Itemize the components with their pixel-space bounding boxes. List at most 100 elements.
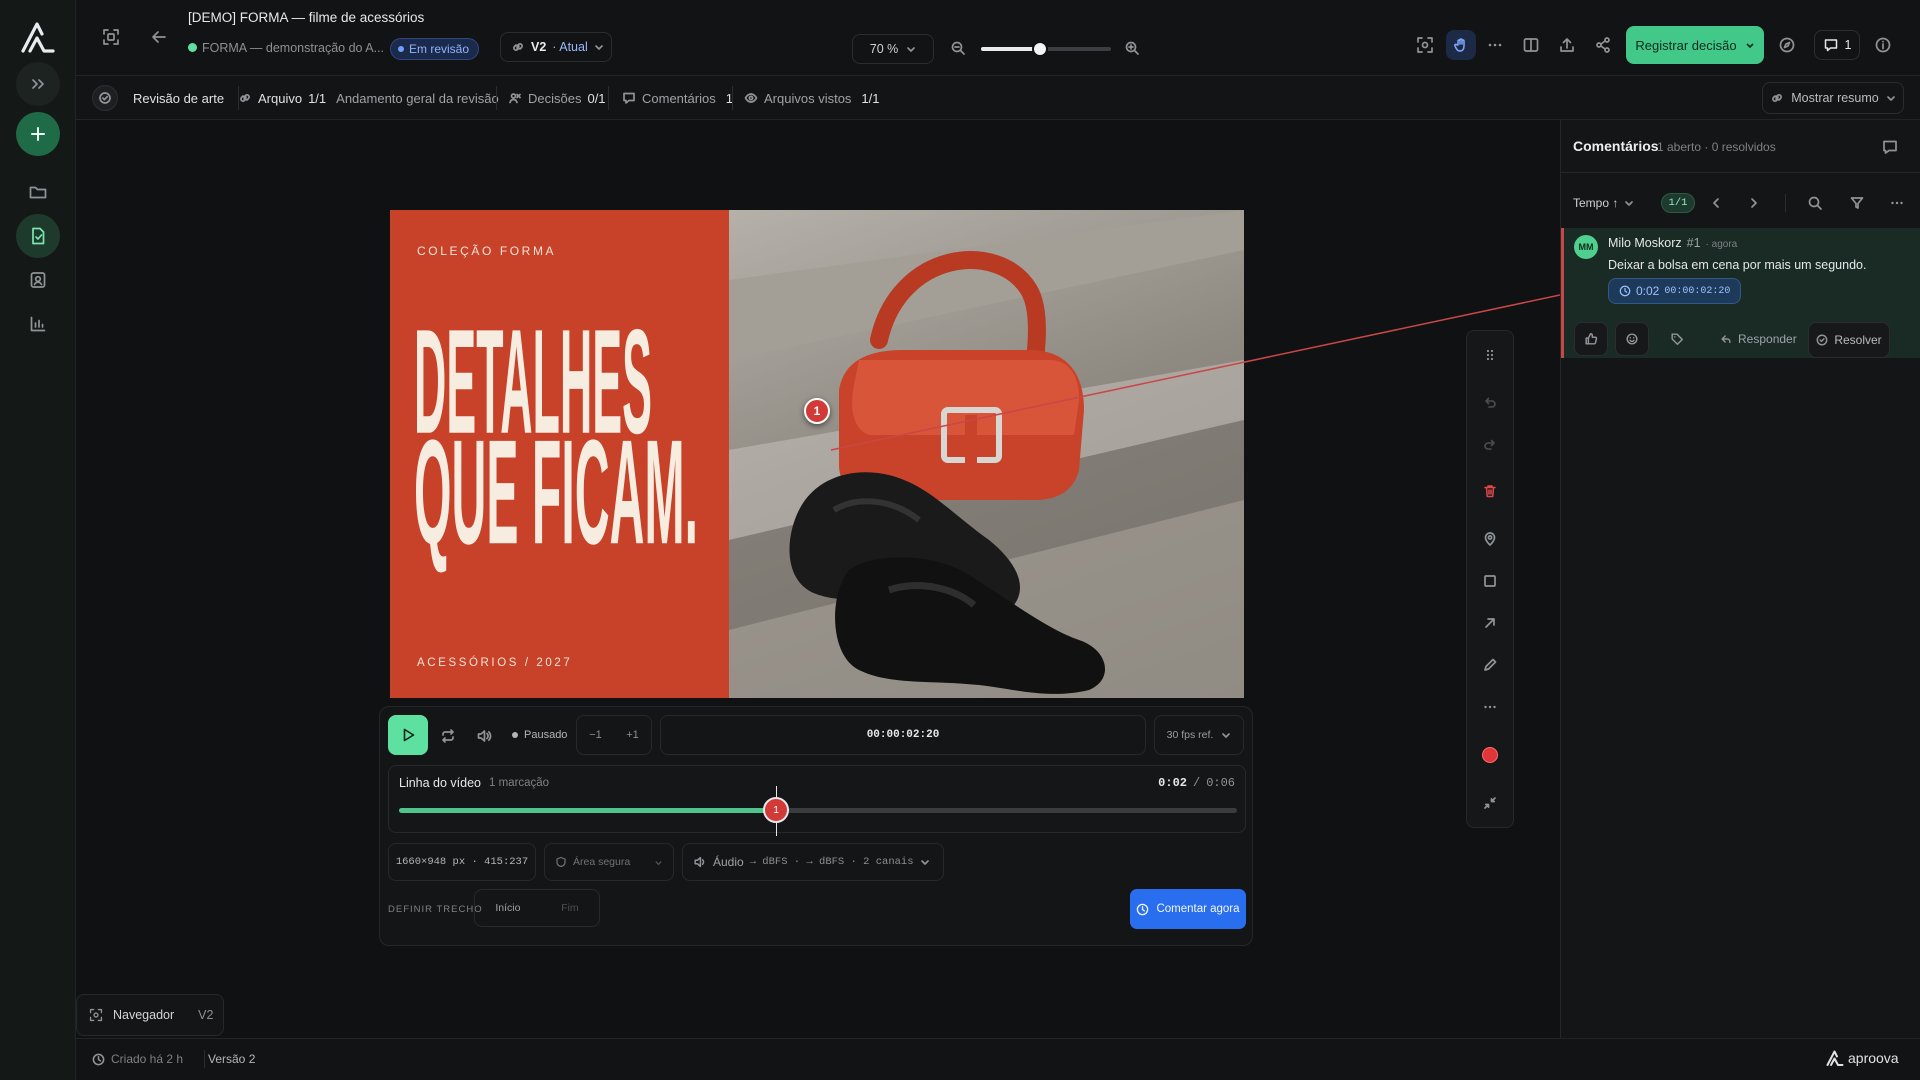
range-end-button[interactable]: Fim [561,902,579,914]
react-button[interactable] [1615,322,1649,356]
loop-button[interactable] [440,728,456,744]
compare-button[interactable] [1522,36,1540,54]
guidance-button[interactable] [1778,36,1796,54]
show-summary-label: Mostrar resumo [1791,91,1879,105]
timeline-comment-marker[interactable]: 1 [763,797,790,823]
search-comments-button[interactable] [1807,195,1823,211]
progress-label: Andamento geral da revisão [336,90,499,106]
comments-progress[interactable]: Comentários 1 [622,76,733,120]
status-badge[interactable]: Em revisão [390,38,480,60]
collapse-comments-button[interactable] [1881,138,1899,156]
project-name[interactable]: FORMA — demonstração do A... [202,41,384,55]
timestamp-short: 0:02 [1636,284,1660,298]
reply-icon [1721,335,1731,344]
check-circle-icon [1816,334,1828,346]
comment-card[interactable]: MM Milo Moskorz #1 · agora Deixar a bols… [1561,228,1920,358]
filter-comments-button[interactable] [1849,195,1865,211]
comments-panel-title: Comentários [1573,138,1659,154]
pin-tool-button[interactable] [1467,519,1513,559]
comment-now-button[interactable]: Comentar agora [1130,889,1246,929]
fit-screen-button[interactable] [102,28,120,46]
message-icon [623,92,635,104]
audio-meter[interactable]: Áudio → dBFS · → dBFS · 2 canais [682,843,944,881]
register-decision-label: Registrar decisão [1635,37,1737,53]
playback-state-label: Pausado [524,729,568,741]
folder-icon [29,186,47,199]
current-time: 0:02 [1158,776,1187,790]
expand-sidebar-button[interactable] [16,62,60,106]
show-summary-button[interactable]: Mostrar resumo [1762,82,1904,114]
register-decision-button[interactable]: Registrar decisão [1626,26,1764,64]
viewed-files-progress[interactable]: Arquivos vistos 1/1 [744,76,880,120]
version-selector[interactable]: V2 · Atual [500,32,612,62]
grip-icon [1486,349,1494,361]
fps-label: 30 fps ref. [1166,729,1214,741]
chevron-down-icon [1222,733,1231,738]
volume-icon [477,730,492,742]
volume-button[interactable] [476,728,492,744]
review-canvas[interactable]: COLEÇÃO FORMA DETALHES QUE FICAM. ACESSÓ… [76,120,1656,1038]
tag-button[interactable] [1660,322,1694,356]
info-button[interactable] [1874,36,1892,54]
undo-button[interactable] [1467,383,1513,423]
like-button[interactable] [1574,322,1608,356]
file-progress[interactable]: Arquivo 1/1 Andamento geral da revisão [238,76,499,120]
safe-area-select[interactable]: Área segura [544,843,674,881]
more-options-button[interactable] [1486,36,1504,54]
comments-more-button[interactable] [1889,195,1905,211]
focus-frame-icon [89,1008,103,1022]
reply-label: Responder [1738,332,1797,346]
sidebar-item-reports[interactable] [16,302,60,346]
decisions-progress[interactable]: Decisões 0/1 [508,76,606,120]
previous-comment-button[interactable] [1709,196,1723,210]
message-icon [1824,39,1837,52]
capture-button[interactable] [1416,36,1434,54]
collapse-toolbar-button[interactable] [1467,783,1513,823]
timecode-display[interactable]: 00:00:02:20 [660,715,1146,755]
next-comment-button[interactable] [1747,196,1761,210]
arrow-tool-button[interactable] [1467,603,1513,643]
review-type[interactable]: Revisão de arte [133,76,224,120]
page-title: [DEMO] FORMA — filme de acessórios [188,10,425,25]
color-picker-button[interactable] [1467,735,1513,775]
play-button[interactable] [388,715,428,755]
status-label: Em revisão [409,42,470,56]
redo-button[interactable] [1467,425,1513,465]
step-back-button[interactable]: −1 [589,729,602,741]
rectangle-tool-button[interactable] [1467,561,1513,601]
aproova-logo[interactable] [20,20,56,54]
sidebar-item-reviews[interactable] [16,214,60,258]
sidebar-item-contacts[interactable] [16,258,60,302]
range-label: DEFINIR TRECHO [388,904,483,915]
brand-name: aproova [1848,1050,1899,1066]
share-button[interactable] [1594,36,1612,54]
pen-tool-button[interactable] [1467,645,1513,685]
step-forward-button[interactable]: +1 [626,729,639,741]
volume-icon [694,856,705,868]
upload-button[interactable] [1558,36,1576,54]
hand-icon [1454,38,1465,52]
decisions-value: 0/1 [587,90,606,106]
decisions-label: Decisões [528,90,582,106]
back-button[interactable] [150,28,168,46]
more-tools-button[interactable] [1467,687,1513,727]
create-new-button[interactable] [16,112,60,156]
resolve-button[interactable]: Resolver [1808,322,1890,358]
reply-button[interactable]: Responder [1720,332,1797,346]
clock-icon [1619,285,1631,297]
comment-timestamp-chip[interactable]: 0:02 00:00:02:20 [1608,278,1742,304]
navigator-toggle[interactable]: Navegador V2 [76,994,224,1036]
status-dot [398,46,404,52]
zoom-in-button[interactable] [1124,40,1140,56]
divider [1561,172,1920,173]
range-start-button[interactable]: Início [495,902,520,914]
sidebar-item-projects[interactable] [16,170,60,214]
sort-select[interactable]: Tempo ↑ [1573,192,1634,214]
fps-select[interactable]: 30 fps ref. [1154,715,1244,755]
file-label: Arquivo [258,90,303,106]
toolbar-drag-handle[interactable] [1467,335,1513,375]
delete-annotation-button[interactable] [1467,471,1513,511]
comments-toggle-button[interactable]: 1 [1814,30,1860,60]
hand-tool-button[interactable] [1446,30,1476,60]
timeline-track[interactable]: 1 [399,786,1237,836]
